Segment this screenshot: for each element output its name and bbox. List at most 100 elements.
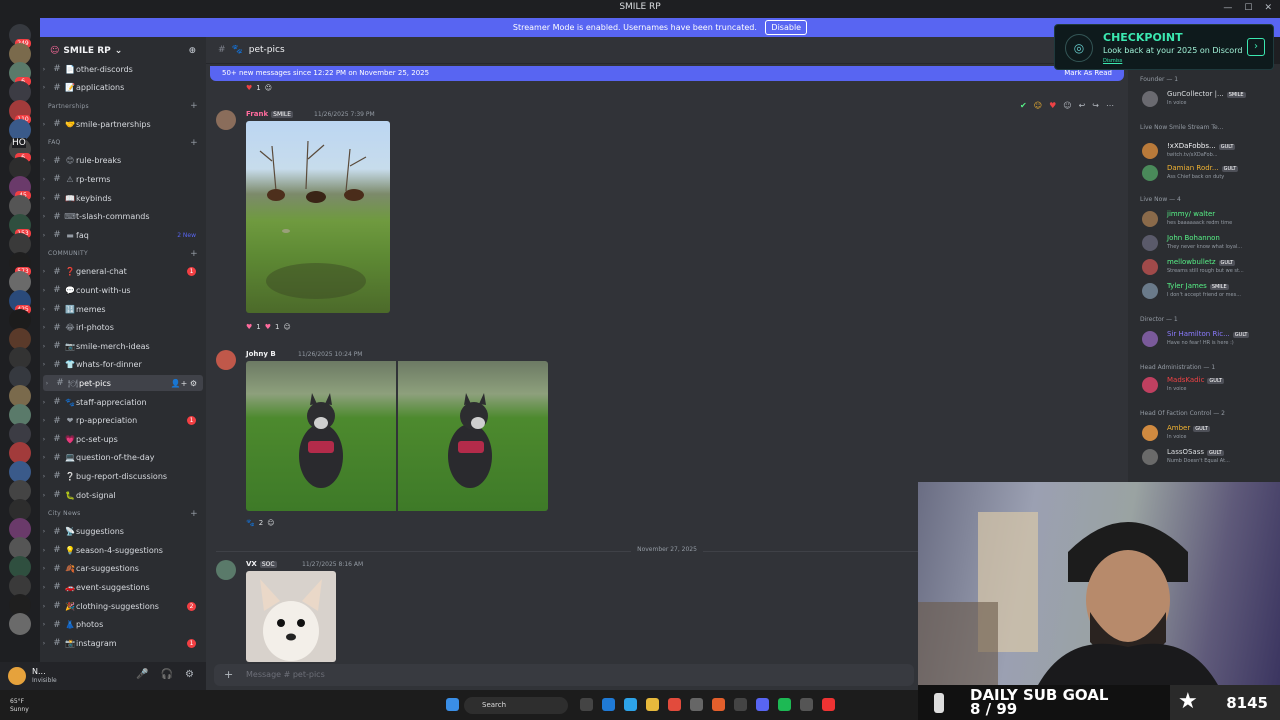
- forward-icon[interactable]: ↪: [1092, 101, 1099, 110]
- channel-settings-icon[interactable]: 👤+ ⚙: [171, 379, 197, 388]
- channel-pet-pics[interactable]: › # 🍽 pet-pics 👤+ ⚙: [43, 375, 203, 392]
- avatar[interactable]: [216, 560, 236, 580]
- app-icon[interactable]: [822, 698, 835, 711]
- weather-widget[interactable]: 65°F Sunny: [10, 698, 29, 714]
- folder-icon[interactable]: [646, 698, 659, 711]
- heart-icon[interactable]: ♥: [265, 323, 271, 331]
- server-label[interactable]: HO: [12, 138, 26, 148]
- channel-car-suggestions[interactable]: › # 🍂 car-suggestions: [40, 561, 206, 577]
- discord-icon[interactable]: [756, 698, 769, 711]
- channel-count-with-us[interactable]: › # 💬 count-with-us: [40, 282, 206, 298]
- avatar[interactable]: [8, 667, 26, 685]
- app-icon[interactable]: [668, 698, 681, 711]
- store-icon[interactable]: [690, 698, 703, 711]
- member-item[interactable]: mellowbulletz GULT Streams still rough but…: [1142, 258, 1276, 280]
- channel-instagram[interactable]: › # 📸 instagram 1: [40, 635, 206, 651]
- avatar[interactable]: [216, 110, 236, 130]
- checkpoint-promo[interactable]: ◎ CHECKPOINT Look back at your 2025 on D…: [1054, 24, 1274, 70]
- channel-question-of-the-day[interactable]: › # 💻 question-of-the-day: [40, 450, 206, 466]
- member-item[interactable]: MadsKadic GULT In voice: [1142, 376, 1276, 398]
- love-icon[interactable]: ♥: [246, 323, 252, 331]
- new-messages-bar[interactable]: 50+ new messages since 12:22 PM on Novem…: [210, 66, 1124, 81]
- attachment-image-dog-2[interactable]: [398, 361, 548, 511]
- task-view-icon[interactable]: [580, 698, 593, 711]
- channel-faq[interactable]: › # ▬ faq 2 New: [40, 227, 206, 243]
- more-icon[interactable]: ⋯: [1106, 101, 1114, 110]
- browser-icon[interactable]: [624, 698, 637, 711]
- channel-staff-appreciation[interactable]: › # 🐾 staff-appreciation: [40, 394, 206, 410]
- channel-smile-merch-ideas[interactable]: › # 📷 smile-merch-ideas: [40, 338, 206, 354]
- close-icon[interactable]: ✕: [1264, 3, 1272, 13]
- attachment-image-horses[interactable]: [246, 121, 390, 313]
- start-icon[interactable]: [446, 698, 459, 711]
- member-item[interactable]: GunCollector |... SMILE In voice: [1142, 90, 1276, 112]
- channel-category[interactable]: City News +: [48, 508, 198, 520]
- add-channel-icon[interactable]: +: [190, 138, 198, 148]
- dismiss-link[interactable]: Dismiss: [1103, 58, 1122, 64]
- channel-whats-for-dinner[interactable]: › # 👕 whats-for-dinner: [40, 357, 206, 373]
- add-reaction-icon[interactable]: ☺: [1063, 101, 1071, 110]
- member-item[interactable]: LassOSass GULT Numb Doesn't Equal At...: [1142, 448, 1276, 470]
- avatar[interactable]: [216, 350, 236, 370]
- channel-applications[interactable]: › # 📝 applications: [40, 80, 206, 96]
- heart-icon[interactable]: ♥: [1049, 101, 1056, 110]
- reply-icon[interactable]: ↩: [1079, 101, 1086, 110]
- member-item[interactable]: John Bohannon They never know what loyal.…: [1142, 234, 1276, 256]
- server-header[interactable]: ☺ SMILE RP ⌄ ⊕: [40, 37, 206, 64]
- disable-streamer-mode-button[interactable]: Disable: [765, 20, 808, 35]
- channel-category[interactable]: COMMUNITY +: [48, 248, 198, 260]
- mute-icon[interactable]: 🎤: [136, 669, 148, 680]
- message-author[interactable]: Johny B: [246, 350, 276, 358]
- add-channel-icon[interactable]: +: [190, 249, 198, 259]
- channel-photos[interactable]: › # 👗 photos: [40, 617, 206, 633]
- add-channel-icon[interactable]: +: [190, 509, 198, 519]
- app-icon[interactable]: [712, 698, 725, 711]
- add-member-icon[interactable]: ⊕: [188, 46, 196, 56]
- spotify-icon[interactable]: [778, 698, 791, 711]
- member-item[interactable]: Sir Hamilton Ric... GULT Have no fear! HR …: [1142, 330, 1276, 352]
- add-reaction-icon[interactable]: ☺: [267, 519, 274, 527]
- channel-irl-photos[interactable]: › # 😂 irl-photos: [40, 320, 206, 336]
- add-reaction-icon[interactable]: ☺: [265, 84, 272, 92]
- message-author[interactable]: Frank SMILE: [246, 110, 294, 118]
- channel-pc-set-ups[interactable]: › # 💗 pc-set-ups: [40, 431, 206, 447]
- channel-category[interactable]: Partnerships +: [48, 100, 198, 112]
- member-item[interactable]: jimmy/ walter hes baaaaaack redm time: [1142, 210, 1276, 232]
- emoji-icon[interactable]: ☺: [1034, 101, 1042, 110]
- attachment-image-chihuahua[interactable]: [246, 571, 336, 662]
- member-item[interactable]: !xXDaFobbs... GULT twitch.tv/xXDaFob...: [1142, 142, 1276, 164]
- add-reaction-icon[interactable]: ☺: [284, 323, 291, 331]
- message-author[interactable]: VX SOC: [246, 560, 277, 568]
- minimize-icon[interactable]: —: [1223, 3, 1232, 13]
- channel-category[interactable]: FAQ +: [48, 137, 198, 149]
- deafen-icon[interactable]: 🎧: [161, 669, 173, 680]
- edge-icon[interactable]: [602, 698, 615, 711]
- channel-t-slash-commands[interactable]: › # ⌨ t-slash-commands: [40, 209, 206, 225]
- channel-rule-breaks[interactable]: › # 😊 rule-breaks: [40, 153, 206, 169]
- channel-keybinds[interactable]: › # 📖 keybinds: [40, 190, 206, 206]
- settings-icon[interactable]: ⚙: [185, 669, 194, 680]
- heart-icon[interactable]: ♥: [246, 84, 252, 92]
- channel-clothing-suggestions[interactable]: › # 🎉 clothing-suggestions 2: [40, 598, 206, 614]
- channel-season-4-suggestions[interactable]: › # 💡 season-4-suggestions: [40, 542, 206, 558]
- channel-rp-terms[interactable]: › # ⚠ rp-terms: [40, 171, 206, 187]
- channel-memes[interactable]: › # 🔢 memes: [40, 301, 206, 317]
- member-item[interactable]: Amber GULT In voice: [1142, 424, 1276, 446]
- message-input[interactable]: Message # pet-pics: [214, 664, 914, 686]
- paw-icon[interactable]: 🐾: [246, 519, 255, 527]
- maximize-icon[interactable]: ☐: [1244, 3, 1252, 13]
- app-icon[interactable]: [734, 698, 747, 711]
- server-icon[interactable]: [9, 613, 31, 635]
- member-item[interactable]: Tyler James SMILE I don't accept friend or…: [1142, 282, 1276, 304]
- add-channel-icon[interactable]: +: [190, 101, 198, 111]
- channel-rp-appreciation[interactable]: › # ❤ rp-appreciation 1: [40, 413, 206, 429]
- attachment-image-dog-1[interactable]: [246, 361, 396, 511]
- channel-smile-partnerships[interactable]: › # 🤝 smile-partnerships: [40, 116, 206, 132]
- channel-general-chat[interactable]: › # ❓ general-chat 1: [40, 264, 206, 280]
- member-item[interactable]: Damian Rodr... GULT Ass Chief back on duty: [1142, 164, 1276, 186]
- channel-bug-report-discussions[interactable]: › # ❔ bug-report-discussions: [40, 468, 206, 484]
- channel-dot-signal[interactable]: › # 🐛 dot-signal: [40, 487, 206, 503]
- arrow-right-icon[interactable]: ›: [1247, 38, 1265, 56]
- channel-other-discords[interactable]: › # 📄 other-discords: [40, 61, 206, 77]
- check-icon[interactable]: ✔: [1020, 101, 1027, 110]
